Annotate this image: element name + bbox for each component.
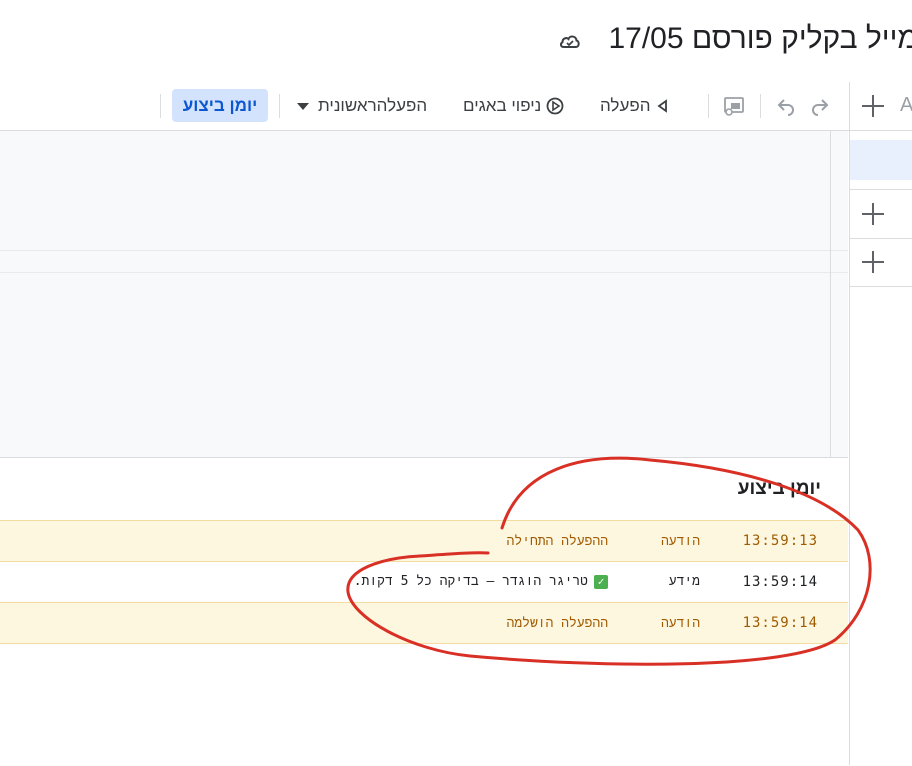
check-mark-icon: ✓ [594,574,608,589]
editor-current-line [0,250,848,273]
log-row: 13:59:14 מידע ✓ טריגר הוגדר – בדיקה כל 5… [0,561,848,602]
run-button[interactable]: הפעלה [600,82,670,130]
run-icon [657,99,668,113]
debug-icon [546,97,564,115]
deploy-icon[interactable] [722,95,746,117]
cloud-saved-icon[interactable] [558,31,582,51]
editor-toolbar: יומן ביצוע הפעלהראשונית ניפוי באגים הפעל… [0,82,850,131]
toolbar-divider [760,94,761,118]
dropdown-arrow-icon [297,103,309,110]
debug-button[interactable]: ניפוי באגים [463,82,565,130]
sidebar-item-selected[interactable] [850,140,912,180]
title-bar: מייל בקליק פורסם 17/05 [0,0,912,83]
sidebar-divider [850,130,912,131]
log-type: הודעה [660,533,700,549]
undo-icon[interactable] [776,96,796,116]
run-label: הפעלה [600,96,651,115]
log-type: מידע [668,574,700,589]
add-file-icon[interactable] [862,95,884,117]
project-title[interactable]: מייל בקליק פורסם 17/05 [608,22,912,56]
log-time: 13:59:13 [742,533,818,549]
debug-label: ניפוי באגים [463,96,542,115]
log-row: 13:59:14 הודעה ההפעלה הושלמה [0,602,848,644]
log-message-cell: ✓ טריגר הוגדר – בדיקה כל 5 דקות. [354,561,608,602]
right-sidebar: A [849,82,912,765]
log-message: ההפעלה הושלמה [506,615,608,631]
log-message: ההפעלה התחילה [506,533,608,549]
editor-scrollbar[interactable] [830,131,831,457]
code-editor[interactable] [0,131,848,457]
add-library-icon[interactable] [862,203,884,225]
sidebar-divider [850,238,912,239]
add-service-icon[interactable] [862,251,884,273]
function-selector-label: הפעלהראשונית [318,96,428,115]
execution-log-panel: יומן ביצוע 13:59:13 הודעה ההפעלה התחילה … [0,457,848,766]
function-selector[interactable]: הפעלהראשונית [296,82,427,130]
log-type: הודעה [660,615,700,631]
execution-log-title: יומן ביצוע [737,478,821,499]
log-message: טריגר הוגדר – בדיקה כל 5 דקות. [353,574,588,589]
toolbar-divider [279,94,280,118]
toolbar-divider [708,94,709,118]
redo-icon[interactable] [810,96,830,116]
log-row: 13:59:13 הודעה ההפעלה התחילה [0,520,848,562]
sort-icon[interactable]: A [900,94,912,117]
log-time: 13:59:14 [742,573,818,590]
execution-log-button[interactable]: יומן ביצוע [172,89,268,122]
sidebar-divider [850,189,912,190]
toolbar-divider [160,94,161,118]
log-time: 13:59:14 [742,615,818,631]
sidebar-divider [850,286,912,287]
